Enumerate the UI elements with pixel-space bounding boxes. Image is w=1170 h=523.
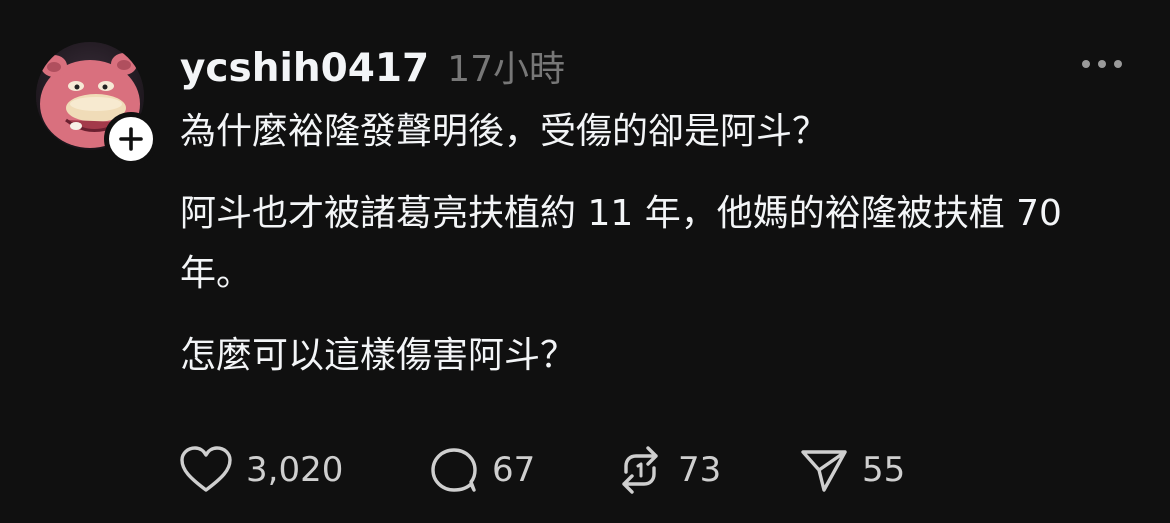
- plus-icon: [119, 127, 143, 151]
- send-icon: [801, 450, 847, 492]
- more-options-button[interactable]: [1078, 52, 1126, 76]
- post-body: 為什麼裕隆發聲明後，受傷的卻是阿斗？ 阿斗也才被諸葛亮扶植約 11 年，他媽的裕…: [180, 102, 1140, 386]
- post-paragraph: 怎麼可以這樣傷害阿斗？: [180, 335, 577, 376]
- ellipsis-icon: [1082, 60, 1122, 68]
- post-paragraph: 為什麼裕隆發聲明後，受傷的卻是阿斗？: [180, 111, 829, 152]
- repost-button[interactable]: 73: [614, 444, 798, 496]
- post-header: ycshih0417 17小時: [180, 40, 565, 92]
- like-button[interactable]: 3,020: [178, 444, 428, 496]
- comment-count: 67: [492, 450, 536, 490]
- thread-post: ycshih0417 17小時 為什麼裕隆發聲明後，受傷的卻是阿斗？ 阿斗也才被…: [0, 0, 1170, 523]
- comment-button[interactable]: 67: [428, 444, 614, 496]
- like-count: 3,020: [246, 450, 344, 490]
- username[interactable]: ycshih0417: [180, 46, 429, 91]
- follow-button[interactable]: [104, 112, 158, 166]
- heart-icon: [180, 446, 232, 492]
- share-button[interactable]: 55: [798, 444, 938, 496]
- post-paragraph: 阿斗也才被諸葛亮扶植約 11 年，他媽的裕隆被扶植 70 年。: [180, 193, 1062, 294]
- timestamp: 17小時: [447, 49, 566, 90]
- repost-icon: [622, 446, 658, 494]
- comment-bubble-icon: [431, 448, 477, 492]
- avatar-container: [36, 42, 158, 166]
- action-bar: 3,020 67 73 55: [178, 444, 938, 496]
- share-count: 55: [862, 450, 906, 490]
- repost-count: 73: [678, 450, 722, 490]
